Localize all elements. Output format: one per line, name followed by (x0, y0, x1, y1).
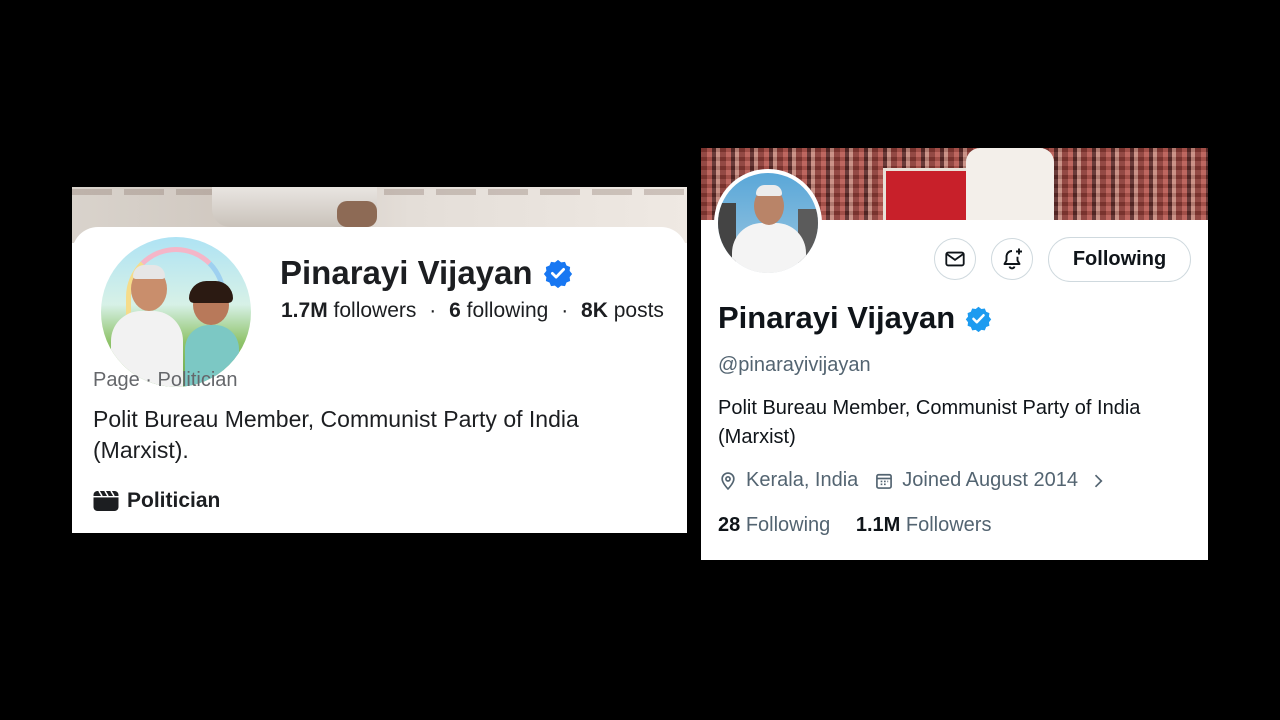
profile-name: Pinarayi Vijayan (718, 300, 992, 336)
notifications-button[interactable] (991, 238, 1033, 280)
profile-avatar[interactable] (96, 232, 256, 392)
location-pin-icon (721, 471, 735, 490)
profile-name-text: Pinarayi Vijayan (718, 300, 956, 335)
facebook-profile-card: Pinarayi Vijayan 1.7M followers · 6 foll… (72, 187, 687, 533)
category-tag: Politician (93, 489, 220, 513)
profile-avatar[interactable] (714, 169, 822, 277)
posts-count[interactable]: 8K (581, 299, 608, 322)
followers-count: 1.1M (855, 514, 901, 536)
following-count: 28 (718, 514, 741, 536)
location-text: Kerala, India (746, 469, 859, 491)
followers-label: Followers (905, 514, 992, 536)
separator: · (429, 299, 437, 322)
following-label: Following (745, 514, 831, 536)
following-count[interactable]: 6 (449, 299, 461, 322)
posts-label[interactable]: posts (614, 299, 664, 322)
mail-icon (945, 251, 965, 267)
profile-stats: 1.7M followers · 6 following · 8K posts (281, 299, 664, 323)
following-button[interactable]: Following (1048, 237, 1191, 282)
verified-badge-icon[interactable] (965, 305, 992, 332)
following-link[interactable]: 28 Following (718, 514, 836, 536)
followers-count[interactable]: 1.7M (281, 299, 328, 322)
location-item: Kerala, India (718, 469, 858, 492)
bell-plus-icon (1003, 248, 1022, 270)
following-label[interactable]: following (467, 299, 549, 322)
follow-counts: 28 Following 1.1M Followers (718, 514, 1011, 537)
joined-item[interactable]: Joined August 2014 (874, 469, 1108, 492)
joined-text: Joined August 2014 (902, 469, 1078, 491)
profile-handle: @pinarayivijayan (718, 354, 871, 376)
profile-meta: Kerala, India Joined August 2014 (718, 469, 1124, 492)
followers-label[interactable]: followers (334, 299, 417, 322)
profile-name-text: Pinarayi Vijayan (280, 254, 533, 291)
profile-name: Pinarayi Vijayan (280, 254, 573, 292)
chevron-right-icon (1094, 474, 1103, 487)
category-tag-label: Politician (127, 489, 221, 512)
verified-badge-icon (543, 258, 573, 288)
followers-link[interactable]: 1.1M Followers (856, 514, 992, 536)
profile-bio: Polit Bureau Member, Communist Party of … (718, 397, 1141, 448)
page-category: Page · Politician (93, 369, 238, 391)
calendar-icon (876, 473, 893, 489)
profile-bio: Polit Bureau Member, Communist Party of … (93, 406, 579, 463)
message-button[interactable] (934, 238, 976, 280)
twitter-profile-card: Following Pinarayi Vijayan @pinarayivija… (701, 148, 1208, 560)
separator: · (561, 299, 569, 322)
clapperboard-icon (93, 490, 119, 512)
